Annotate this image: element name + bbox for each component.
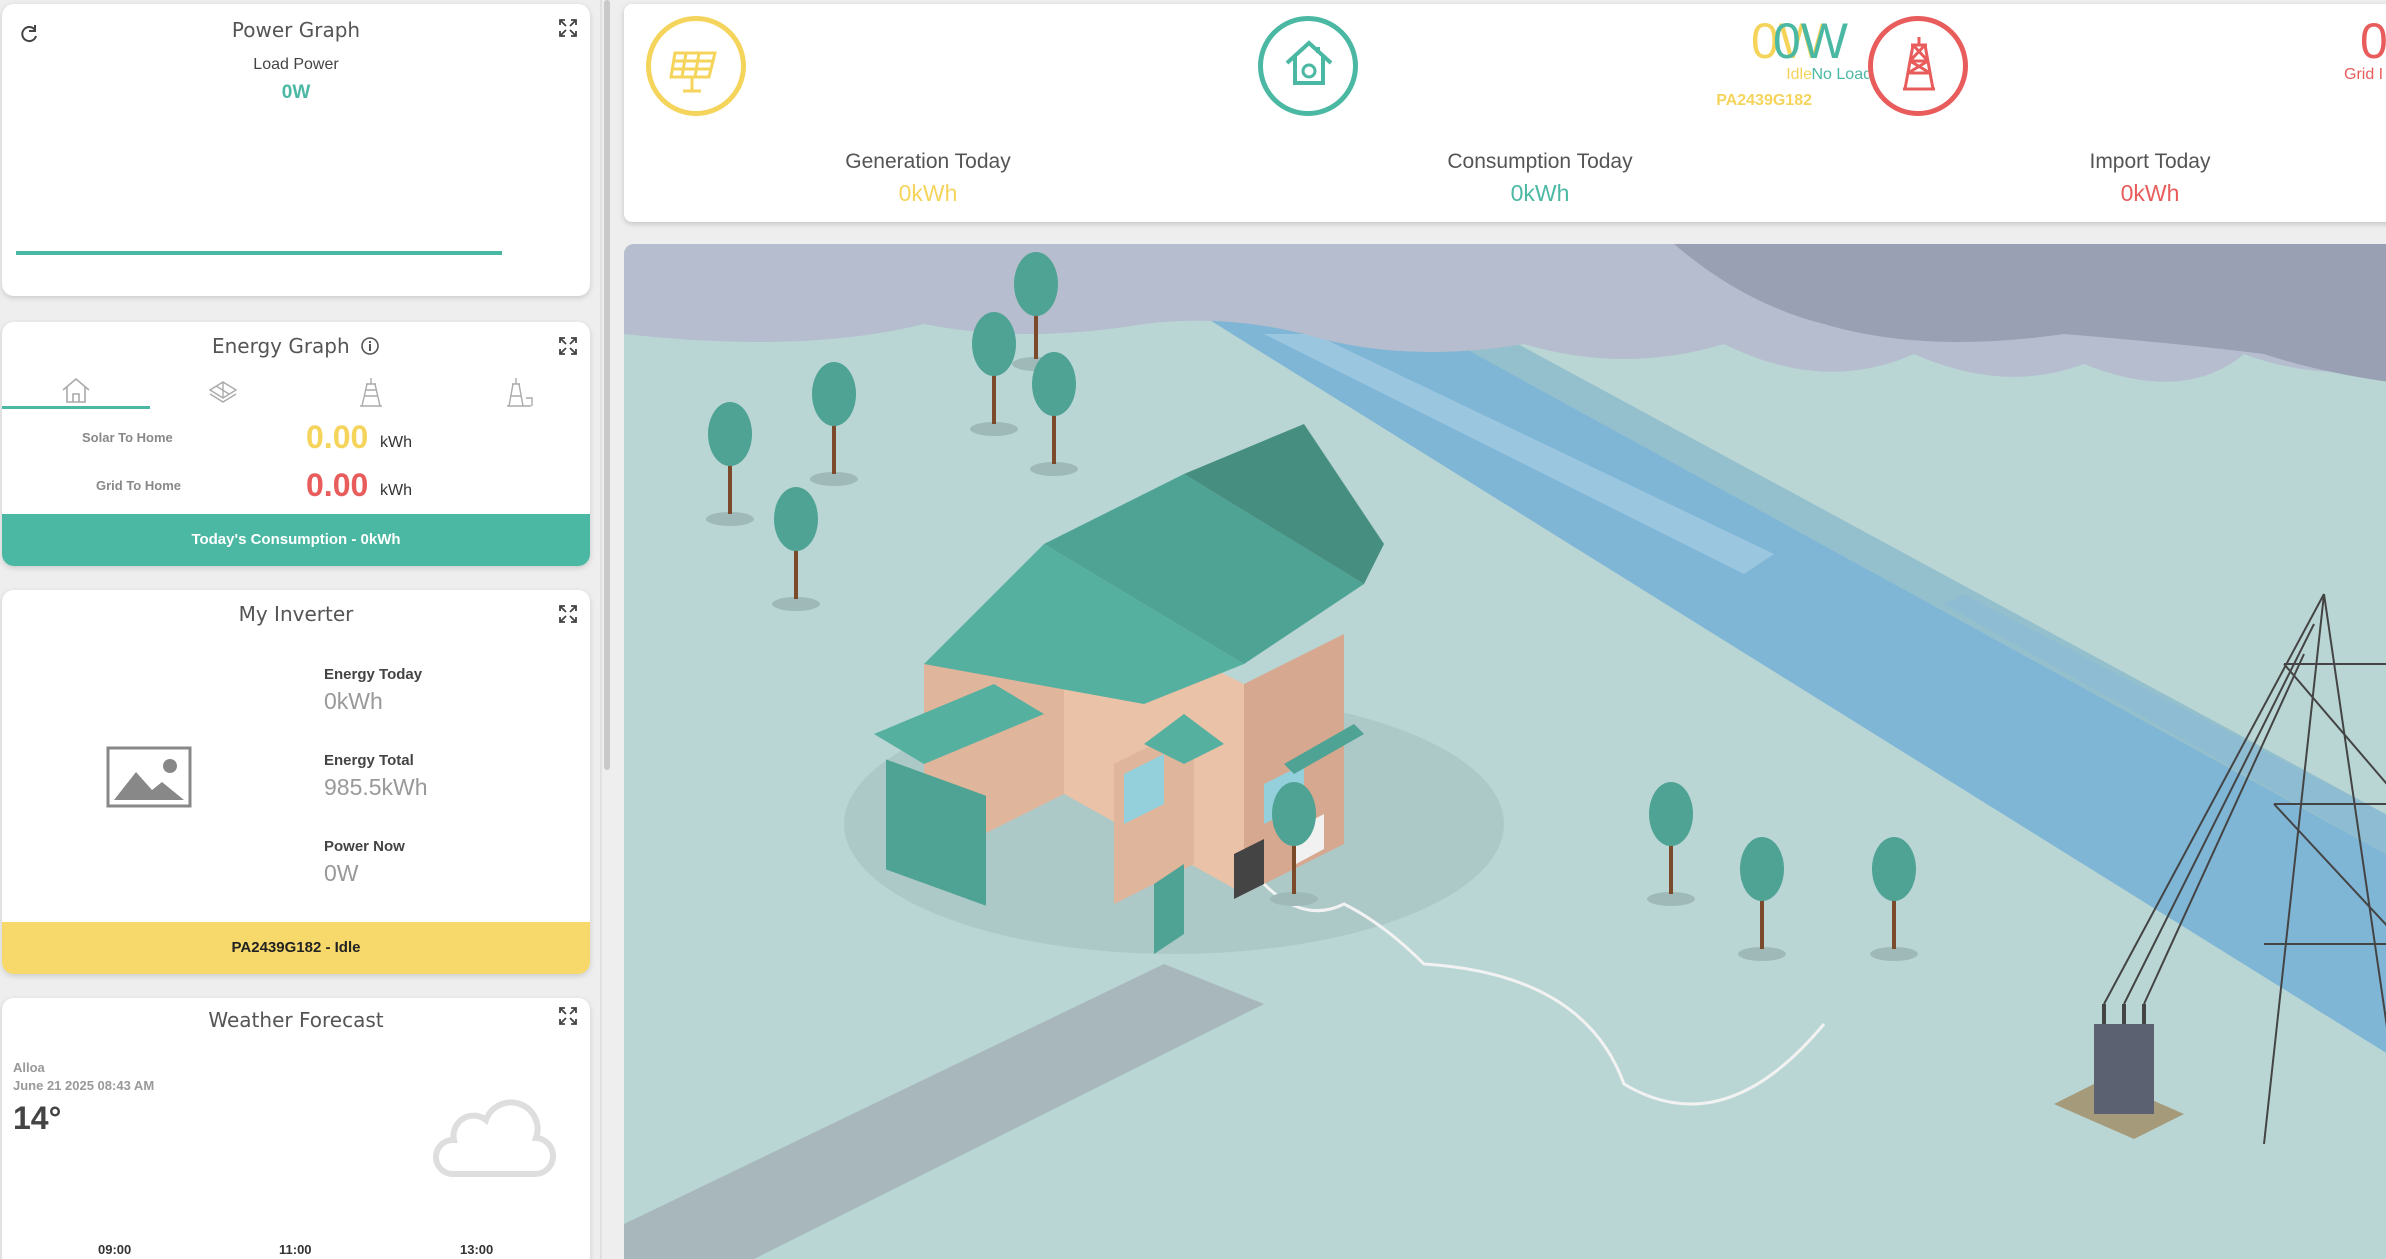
weather-title: Weather Forecast bbox=[208, 1008, 384, 1032]
tab-active-indicator bbox=[2, 406, 150, 409]
power-graph-line bbox=[16, 251, 502, 255]
home-load-value: 0W bbox=[1773, 13, 1848, 69]
house-scene-svg bbox=[624, 244, 2386, 1259]
solar-serial: PA2439G182 bbox=[1716, 92, 1812, 109]
solar-panel-icon[interactable] bbox=[206, 378, 240, 406]
expand-icon[interactable] bbox=[558, 604, 578, 624]
home-load-status: No Load bbox=[1811, 66, 1873, 83]
consumption-today: Consumption Today 0kWh bbox=[1390, 150, 1690, 207]
energy-graph-title: Energy Graph bbox=[211, 334, 350, 358]
energy-total-label: Energy Total bbox=[324, 752, 414, 769]
panel-separator bbox=[600, 0, 602, 1259]
power-now-label: Power Now bbox=[324, 838, 405, 855]
weather-temperature: 14° bbox=[13, 1100, 62, 1136]
grid-circle[interactable] bbox=[1868, 16, 1968, 116]
import-today-label: Import Today bbox=[2089, 150, 2211, 173]
inverter-status-banner: PA2439G182 - Idle bbox=[2, 922, 590, 974]
load-power-label: Load Power bbox=[253, 56, 339, 73]
consumption-today-value: 0kWh bbox=[1510, 180, 1570, 206]
grid-tower-icon bbox=[1903, 37, 1935, 91]
expand-icon[interactable] bbox=[558, 336, 578, 356]
weather-card: Weather Forecast Alloa June 21 2025 08:4… bbox=[2, 998, 590, 1259]
energy-total-value: 985.5kWh bbox=[324, 774, 428, 800]
consumption-today-label: Consumption Today bbox=[1447, 150, 1633, 173]
solar-panel-icon bbox=[669, 51, 717, 93]
home-circle[interactable] bbox=[1258, 16, 1358, 116]
import-today-value: 0kWh bbox=[2120, 180, 2180, 206]
power-graph-title: Power Graph bbox=[231, 18, 361, 42]
energy-graph-card: Energy Graph Solar To Home 0.00 kWh Grid… bbox=[2, 322, 590, 566]
generation-today-label: Generation Today bbox=[845, 150, 1011, 173]
forecast-hour: 13:00 bbox=[460, 1242, 494, 1257]
solar-circle[interactable] bbox=[646, 16, 746, 116]
left-panel-scrollbar[interactable] bbox=[604, 0, 610, 770]
generation-today: Generation Today 0kWh bbox=[778, 150, 1078, 207]
energy-today-value: 0kWh bbox=[324, 688, 383, 714]
grid-tower-icon[interactable] bbox=[504, 376, 534, 408]
home-icon bbox=[62, 377, 90, 403]
grid-to-home-label: Grid To Home bbox=[96, 478, 181, 493]
grid-status: Grid I bbox=[2344, 66, 2384, 83]
grid-to-home-unit: kWh bbox=[380, 482, 412, 499]
forecast-hour: 09:00 bbox=[98, 1242, 132, 1257]
tab-home[interactable] bbox=[2, 372, 150, 409]
expand-icon[interactable] bbox=[558, 18, 578, 38]
import-today: Import Today 0kWh bbox=[2000, 150, 2300, 207]
load-power-value: 0W bbox=[281, 82, 311, 103]
inverter-card: My Inverter Energy Today 0kWh Energy Tot… bbox=[2, 590, 590, 974]
energy-summary-card: 0W Idle PA2439G182 0W No Load 0 Grid I G… bbox=[624, 4, 2386, 222]
energy-flow-illustration bbox=[624, 244, 2386, 1259]
cloud-icon bbox=[433, 1099, 556, 1178]
info-icon[interactable] bbox=[360, 336, 380, 356]
power-graph-card: Power Graph Load Power 0W bbox=[2, 4, 590, 296]
image-placeholder-icon bbox=[106, 746, 192, 808]
home-icon bbox=[1285, 40, 1333, 85]
todays-consumption-banner: Today's Consumption - 0kWh bbox=[2, 514, 590, 566]
solar-to-home-value: 0.00 bbox=[306, 419, 369, 455]
grid-power-value: 0 bbox=[2360, 13, 2386, 69]
energy-graph-title-wrap: Energy Graph bbox=[2, 334, 590, 358]
expand-icon[interactable] bbox=[558, 1006, 578, 1026]
energy-today-label: Energy Today bbox=[324, 666, 423, 683]
generation-today-value: 0kWh bbox=[898, 180, 958, 206]
weather-date: June 21 2025 08:43 AM bbox=[13, 1078, 155, 1093]
weather-location: Alloa bbox=[13, 1060, 45, 1075]
solar-to-home-label: Solar To Home bbox=[82, 430, 173, 445]
grid-to-home-value: 0.00 bbox=[306, 467, 369, 503]
forecast-hour: 11:00 bbox=[279, 1242, 312, 1257]
inverter-tower-icon[interactable] bbox=[356, 376, 386, 408]
solar-to-home-unit: kWh bbox=[380, 434, 412, 451]
power-now-value: 0W bbox=[324, 860, 359, 886]
inverter-title: My Inverter bbox=[238, 602, 354, 626]
